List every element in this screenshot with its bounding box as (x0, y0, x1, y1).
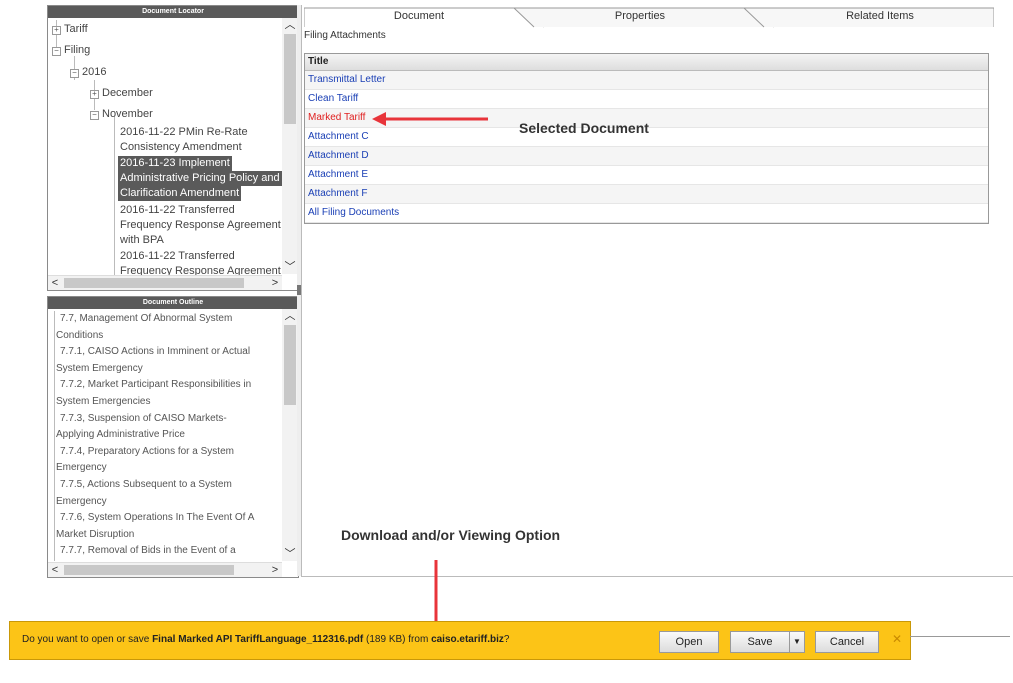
scroll-up-icon[interactable]: ︿ (282, 309, 298, 323)
document-outline-header: Document Outline (48, 297, 298, 309)
download-option-annotation: Download and/or Viewing Option (341, 527, 561, 543)
tree-item-2016[interactable]: 2016 (82, 65, 106, 80)
tree-item-doc4-line1: 2016-11-22 Transferred (120, 250, 235, 262)
tree-item-filing[interactable]: Filing (64, 43, 90, 58)
outline-item[interactable]: Emergency (56, 460, 286, 476)
save-button[interactable]: Save (730, 631, 790, 653)
cancel-button[interactable]: Cancel (815, 631, 879, 653)
tab-document[interactable]: Document (304, 6, 534, 26)
outline-item[interactable]: 7.7, Management Of Abnormal System (60, 311, 290, 327)
tree-item-doc1-line1: 2016-11-22 PMin Re-Rate (120, 126, 248, 138)
close-icon[interactable]: ✕ (892, 632, 902, 646)
scroll-thumb[interactable] (64, 278, 244, 288)
download-message: Do you want to open or save Final Marked… (22, 634, 509, 645)
status-bar-line (910, 636, 1010, 637)
tree-item-doc3-line2: Frequency Response Agreement (120, 219, 281, 231)
tree-item-doc1-line2: Consistency Amendment (120, 141, 242, 153)
tree-item-december[interactable]: December (102, 86, 153, 101)
scroll-thumb[interactable] (64, 565, 234, 575)
document-locator-header: Document Locator (48, 6, 298, 18)
outline-item[interactable]: Emergency (56, 494, 286, 510)
outline-item[interactable]: 7.7.3, Suspension of CAISO Markets- (60, 411, 290, 427)
document-locator-panel: Document Locator + Tariff − Filing − 201… (47, 5, 299, 291)
table-row[interactable]: Clean Tariff (305, 90, 988, 109)
tab-related-items[interactable]: Related Items (770, 6, 990, 26)
scroll-down-icon[interactable]: ﹀ (282, 547, 298, 561)
locator-horizontal-scrollbar[interactable]: < > (48, 275, 282, 290)
tree-item-doc3-line3: with BPA (120, 234, 164, 246)
outline-item[interactable]: 7.7.2, Market Participant Responsibiliti… (60, 377, 290, 393)
locator-vertical-scrollbar[interactable]: ︿ ﹀ (282, 18, 298, 274)
table-row[interactable]: All Filing Documents (305, 204, 988, 223)
column-header-title[interactable]: Title (305, 54, 988, 71)
outline-item[interactable]: System Emergency (56, 361, 286, 377)
tree-item-doc3-line1: 2016-11-22 Transferred (120, 204, 235, 216)
attachments-table: Title Transmittal Letter Clean Tariff Mark… (304, 53, 989, 224)
download-suffix: ? (503, 634, 510, 645)
outline-item[interactable]: Conditions (56, 328, 286, 344)
scroll-down-icon[interactable]: ﹀ (282, 260, 298, 274)
table-row[interactable]: Attachment E (305, 166, 988, 185)
expand-december-icon[interactable]: + (90, 90, 99, 99)
download-size: (189 KB) from (363, 634, 432, 645)
outline-vertical-scrollbar[interactable]: ︿ ﹀ (282, 309, 298, 561)
outline-item[interactable]: 7.7.6, System Operations In The Event Of… (60, 510, 290, 526)
outline-item[interactable]: Market Disruption (56, 527, 286, 543)
tree-item-tariff[interactable]: Tariff (64, 22, 88, 37)
expand-tariff-icon[interactable]: + (52, 26, 61, 35)
tree-item-doc2-line2: Administrative Pricing Policy and (118, 171, 282, 186)
tree-item-november[interactable]: November (102, 107, 153, 122)
scroll-up-icon[interactable]: ︿ (282, 18, 298, 32)
red-arrow-left-icon (372, 112, 488, 126)
collapse-november-icon[interactable]: − (90, 111, 99, 120)
outline-horizontal-scrollbar[interactable]: < > (48, 562, 282, 577)
tree-item-doc2-line3: Clarification Amendment (118, 186, 242, 201)
table-row[interactable]: Transmittal Letter (305, 71, 988, 90)
tree-line (114, 116, 115, 286)
scroll-thumb[interactable] (284, 34, 296, 124)
scroll-left-icon[interactable]: < (48, 276, 62, 290)
download-notification-bar: Do you want to open or save Final Marked… (9, 621, 911, 660)
table-row[interactable]: Attachment F (305, 185, 988, 204)
tree-line (54, 311, 55, 561)
table-row[interactable]: Attachment D (305, 147, 988, 166)
outline-item[interactable]: Applying Administrative Price (56, 427, 286, 443)
save-dropdown-icon[interactable]: ▼ (789, 631, 805, 653)
scroll-right-icon[interactable]: > (268, 276, 282, 290)
outline-item[interactable]: 7.7.5, Actions Subsequent to a System (60, 477, 290, 493)
download-filename: Final Marked API TariffLanguage_112316.p… (152, 634, 364, 645)
tab-properties[interactable]: Properties (540, 6, 740, 26)
collapse-filing-icon[interactable]: − (52, 47, 61, 56)
outline-item[interactable]: System Emergencies (56, 394, 286, 410)
document-outline-panel: Document Outline 7.7, Management Of Abno… (47, 296, 299, 578)
tree-item-doc2-line1: 2016-11-23 Implement (118, 156, 232, 171)
download-prefix: Do you want to open or save (22, 634, 153, 645)
selected-document-annotation: Selected Document (519, 120, 649, 136)
collapse-2016-icon[interactable]: − (70, 69, 79, 78)
outline-item[interactable]: 7.7.7, Removal of Bids in the Event of a (60, 543, 290, 559)
open-button[interactable]: Open (659, 631, 719, 653)
outline-item[interactable]: 7.7.4, Preparatory Actions for a System (60, 444, 290, 460)
scroll-right-icon[interactable]: > (268, 563, 282, 577)
filing-attachments-heading: Filing Attachments (304, 30, 386, 41)
scroll-thumb[interactable] (284, 325, 296, 405)
download-site: caiso.etariff.biz (431, 634, 504, 645)
attachments-rows: Transmittal Letter Clean Tariff Marked Tar… (305, 71, 988, 223)
outline-item[interactable]: 7.7.1, CAISO Actions in Imminent or Actu… (60, 344, 290, 360)
scroll-left-icon[interactable]: < (48, 563, 62, 577)
